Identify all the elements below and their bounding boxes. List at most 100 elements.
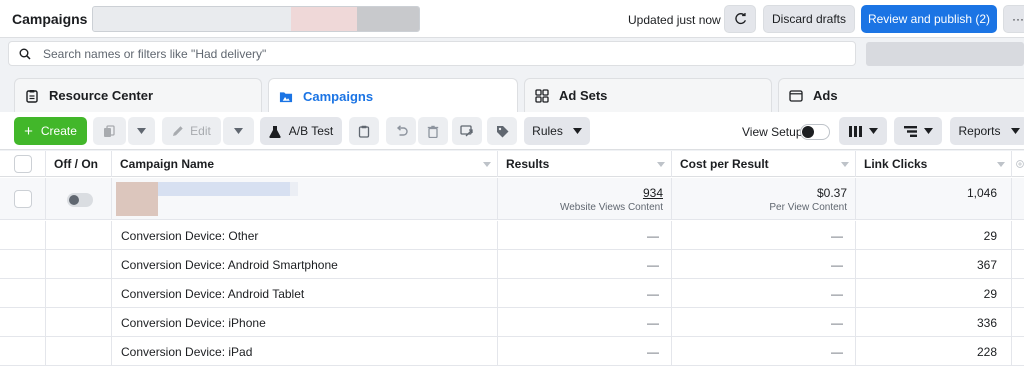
select-all-cell: [0, 151, 46, 177]
more-options-button[interactable]: ···: [1003, 5, 1024, 33]
link-clicks-cell: 228: [856, 337, 1012, 365]
folder-icon: [279, 90, 293, 104]
sort-icon: [483, 162, 491, 167]
top-bar: Campaigns Updated just now Discard draft…: [0, 0, 1024, 38]
empty-cell: [46, 279, 112, 307]
caret-down-icon: [137, 128, 146, 134]
breakdown-name-cell: Conversion Device: Android Tablet: [112, 279, 498, 307]
rules-dropdown[interactable]: Rules: [524, 117, 590, 145]
refresh-icon: [734, 12, 746, 24]
link-clicks-cell: 29: [856, 221, 1012, 249]
link-clicks-value: 228: [976, 345, 997, 359]
caret-down-icon: [868, 128, 878, 134]
column-header-campaign-name[interactable]: Campaign Name: [112, 151, 498, 177]
create-label: Create: [40, 124, 77, 138]
cost-per-result-cell: —: [672, 337, 856, 365]
link-clicks-cell: 367: [856, 250, 1012, 278]
review-publish-button[interactable]: Review and publish (2): [861, 5, 997, 33]
search-icon: [19, 48, 31, 60]
breakdown-button[interactable]: [894, 117, 942, 145]
duplicate-button[interactable]: [93, 117, 126, 145]
export-button[interactable]: [452, 117, 482, 145]
cost-value: —: [831, 287, 843, 301]
toggle-knob: [802, 126, 814, 138]
reports-dropdown[interactable]: Reports: [950, 117, 1024, 145]
column-header-cost-per-result[interactable]: Cost per Result: [672, 151, 856, 177]
results-cell: —: [498, 308, 672, 336]
page-title: Campaigns: [12, 11, 88, 27]
table-row[interactable]: 934 Website Views Content $0.37 Per View…: [0, 178, 1024, 220]
breakdown-name-cell: Conversion Device: Android Smartphone: [112, 250, 498, 278]
clipboard-button[interactable]: [349, 117, 379, 145]
results-cell: —: [498, 221, 672, 249]
results-value: —: [647, 345, 659, 359]
ab-test-button[interactable]: A/B Test: [260, 117, 342, 145]
columns-button[interactable]: [839, 117, 887, 145]
empty-cell: [46, 250, 112, 278]
campaign-toggle[interactable]: [67, 193, 93, 207]
column-label: Campaign Name: [120, 157, 215, 171]
column-header-results[interactable]: Results: [498, 151, 672, 177]
grid-icon: [535, 88, 549, 103]
account-selector[interactable]: [92, 6, 420, 32]
results-value[interactable]: 934: [643, 186, 663, 200]
flask-icon: [269, 125, 281, 138]
search-input[interactable]: [43, 46, 843, 62]
results-cell: —: [498, 279, 672, 307]
results-type: Website Views Content: [559, 202, 663, 213]
redacted-block: [158, 182, 290, 196]
refresh-button[interactable]: [724, 5, 756, 33]
link-clicks-cell: 1,046: [856, 178, 1012, 219]
ab-test-label: A/B Test: [288, 124, 334, 138]
delete-button[interactable]: [418, 117, 448, 145]
empty-cell: [46, 337, 112, 365]
redacted-block: [116, 182, 158, 216]
plus-icon: +: [24, 122, 33, 140]
reports-label: Reports: [958, 124, 1001, 138]
empty-cell: [0, 279, 46, 307]
create-button[interactable]: + Create: [14, 117, 87, 145]
column-header-link-clicks[interactable]: Link Clicks: [856, 151, 1012, 177]
breakdown-row[interactable]: Conversion Device: iPhone — — 336: [0, 308, 1024, 337]
search-bar[interactable]: [8, 41, 856, 66]
tag-button[interactable]: [487, 117, 517, 145]
empty-cell: [46, 308, 112, 336]
undo-button[interactable]: [386, 117, 416, 145]
breakdown-row[interactable]: Conversion Device: iPad — — 228: [0, 337, 1024, 366]
results-cell: —: [498, 250, 672, 278]
column-header-off-on[interactable]: Off / On: [46, 151, 112, 177]
campaign-name-cell[interactable]: [112, 178, 498, 219]
redacted-block: [357, 7, 419, 31]
breakdown-row[interactable]: Conversion Device: Android Tablet — — 29: [0, 279, 1024, 308]
results-value: —: [647, 229, 659, 243]
breakdown-row[interactable]: Conversion Device: Android Smartphone — …: [0, 250, 1024, 279]
export-icon: [460, 125, 473, 137]
results-cell: 934 Website Views Content: [498, 178, 672, 219]
caret-down-icon: [234, 128, 243, 134]
breakdown-icon: [903, 125, 917, 137]
breakdown-row[interactable]: Conversion Device: Other — — 29: [0, 221, 1024, 250]
select-all-checkbox[interactable]: [14, 155, 32, 173]
plus-circle-icon: [1016, 160, 1024, 168]
tab-campaigns[interactable]: Campaigns: [268, 78, 518, 114]
add-column-button[interactable]: [1012, 151, 1024, 177]
tab-ads[interactable]: Ads: [778, 78, 1024, 112]
breakdown-name: Conversion Device: Android Tablet: [121, 287, 305, 301]
off-on-cell: [46, 178, 112, 219]
view-setup-toggle[interactable]: [800, 124, 830, 140]
discard-drafts-button[interactable]: Discard drafts: [763, 5, 855, 33]
tab-resource-center[interactable]: Resource Center: [14, 78, 262, 112]
duplicate-dropdown-button[interactable]: [128, 117, 155, 145]
tab-ad-sets[interactable]: Ad Sets: [524, 78, 772, 112]
caret-down-icon: [923, 128, 933, 134]
table-header: Off / On Campaign Name Results Cost per …: [0, 151, 1024, 177]
results-cell: —: [498, 337, 672, 365]
redacted-block: [866, 42, 1024, 66]
column-label: Off / On: [54, 157, 98, 171]
edit-dropdown-button[interactable]: [223, 117, 254, 145]
row-checkbox[interactable]: [14, 190, 32, 208]
edit-button[interactable]: Edit: [162, 117, 221, 145]
cost-value: —: [831, 345, 843, 359]
column-label: Cost per Result: [680, 157, 769, 171]
breakdown-name-cell: Conversion Device: iPhone: [112, 308, 498, 336]
